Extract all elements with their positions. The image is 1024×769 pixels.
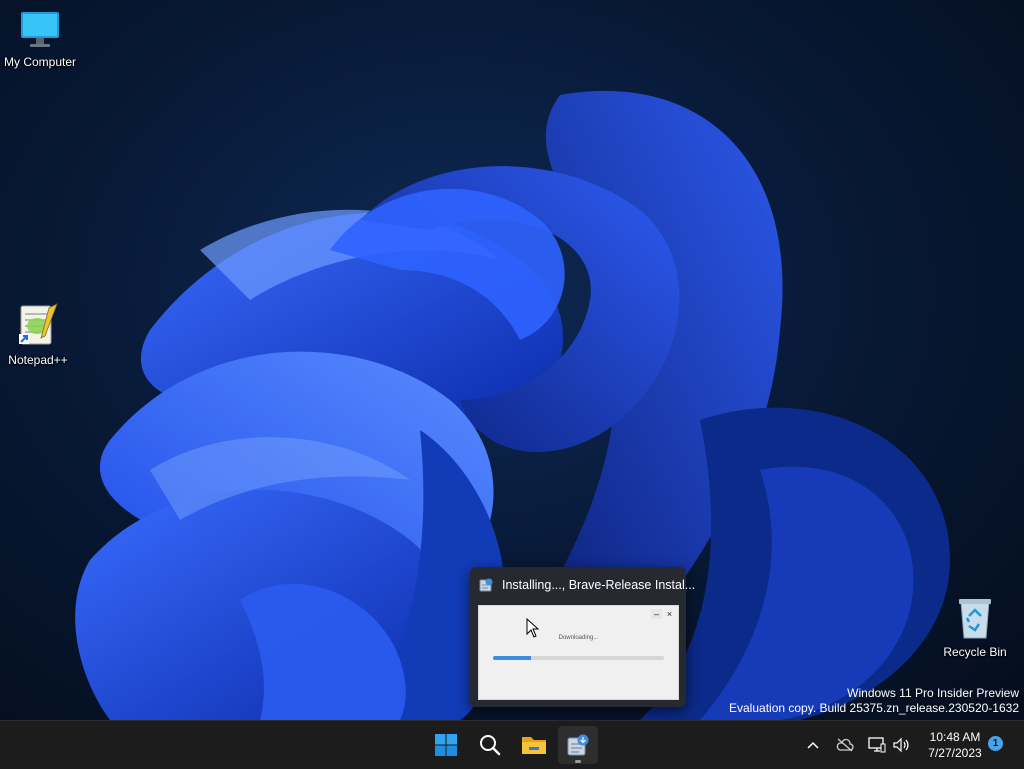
desktop-icon-label: Notepad++ bbox=[8, 353, 68, 367]
volume-button[interactable] bbox=[890, 721, 912, 769]
preview-title-bar: Installing..., Brave-Release Instal... bbox=[478, 577, 695, 593]
network-button[interactable] bbox=[866, 721, 888, 769]
computer-icon bbox=[0, 10, 80, 53]
chevron-up-icon bbox=[807, 741, 819, 749]
notification-badge[interactable]: 1 bbox=[988, 736, 1003, 751]
desktop-icon-recycle-bin[interactable]: Recycle Bin bbox=[935, 596, 1015, 659]
watermark-edition: Windows 11 Pro Insider Preview bbox=[847, 686, 1019, 700]
download-progress-fill bbox=[493, 656, 531, 660]
mouse-cursor-icon bbox=[526, 617, 540, 643]
desktop-icon-notepad-plus-plus[interactable]: Notepad++ bbox=[0, 302, 78, 367]
cloud-offline-icon bbox=[836, 738, 854, 752]
preview-title-text: Installing..., Brave-Release Instal... bbox=[502, 578, 696, 592]
installer-app-icon bbox=[567, 734, 589, 756]
recycle-bin-icon bbox=[935, 596, 1015, 643]
thumbnail-minimize-button: – bbox=[651, 609, 662, 619]
desktop-icon-label: Recycle Bin bbox=[943, 645, 1007, 659]
taskbar: 10:48 AM 7/27/2023 bbox=[0, 720, 1024, 769]
thumbnail-close-button: × bbox=[666, 609, 673, 619]
download-status-text: Downloading... bbox=[558, 635, 599, 641]
start-button[interactable] bbox=[426, 726, 466, 764]
evaluation-watermark: Windows 11 Pro Insider Preview Evaluatio… bbox=[729, 686, 1019, 716]
preview-thumbnail[interactable]: – × Downloading... bbox=[478, 605, 679, 700]
download-progress-bar bbox=[493, 656, 664, 660]
file-explorer-button[interactable] bbox=[514, 726, 554, 764]
clock-time: 10:48 AM bbox=[929, 730, 981, 744]
search-icon bbox=[480, 735, 501, 756]
brave-installer-taskbar-button[interactable] bbox=[558, 726, 598, 764]
taskbar-clock[interactable]: 10:48 AM 7/27/2023 bbox=[916, 729, 994, 761]
speaker-icon bbox=[893, 737, 909, 753]
desktop-icon-my-computer[interactable]: My Computer bbox=[0, 10, 80, 69]
folder-icon bbox=[522, 737, 546, 754]
search-button[interactable] bbox=[470, 726, 510, 764]
desktop-icon-label: My Computer bbox=[3, 55, 77, 69]
installer-app-icon bbox=[478, 577, 494, 593]
running-indicator bbox=[575, 760, 581, 763]
windows-logo-icon bbox=[435, 734, 457, 756]
taskbar-thumbnail-preview[interactable]: Installing..., Brave-Release Instal... –… bbox=[470, 567, 695, 707]
show-hidden-icons-button[interactable] bbox=[802, 721, 824, 769]
network-icon bbox=[868, 737, 886, 753]
clock-date: 7/27/2023 bbox=[928, 746, 982, 760]
watermark-build: Evaluation copy. Build 25375.zn_release.… bbox=[729, 701, 1019, 715]
notepad-plus-plus-icon bbox=[0, 302, 78, 351]
onedrive-button[interactable] bbox=[834, 721, 856, 769]
